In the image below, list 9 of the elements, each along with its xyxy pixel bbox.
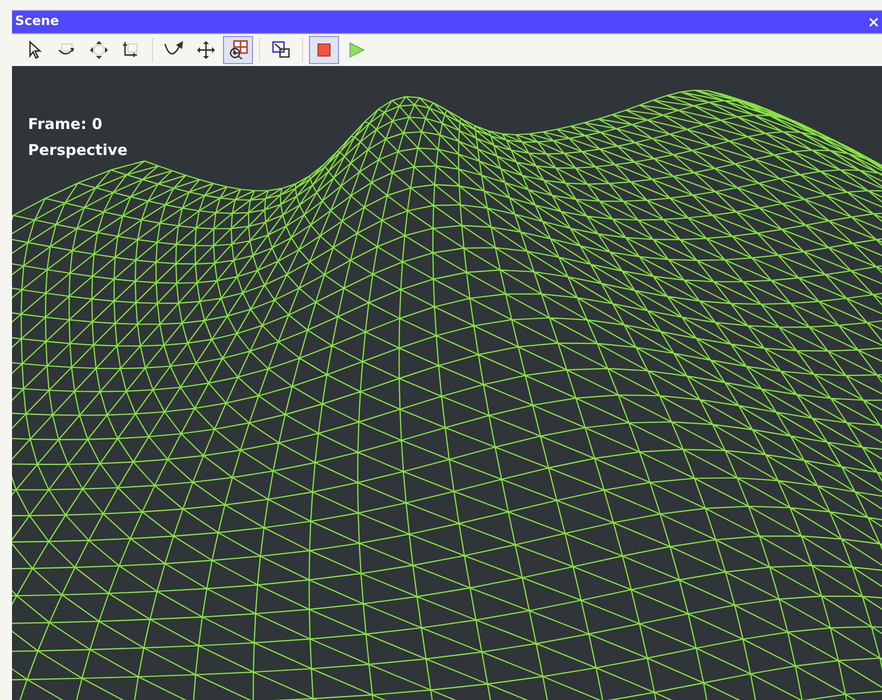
- pan-icon: [195, 39, 217, 61]
- window-title: Scene: [15, 13, 59, 32]
- frame-counter: Frame: 0: [28, 114, 104, 134]
- zoom-region-tool-button[interactable]: [223, 36, 253, 64]
- move-icon: [88, 39, 110, 61]
- view-label: Perspective: [28, 140, 128, 160]
- zoom-region-icon: [227, 39, 249, 61]
- stop-tool-button[interactable]: [309, 36, 339, 64]
- close-button[interactable]: ×: [867, 14, 880, 30]
